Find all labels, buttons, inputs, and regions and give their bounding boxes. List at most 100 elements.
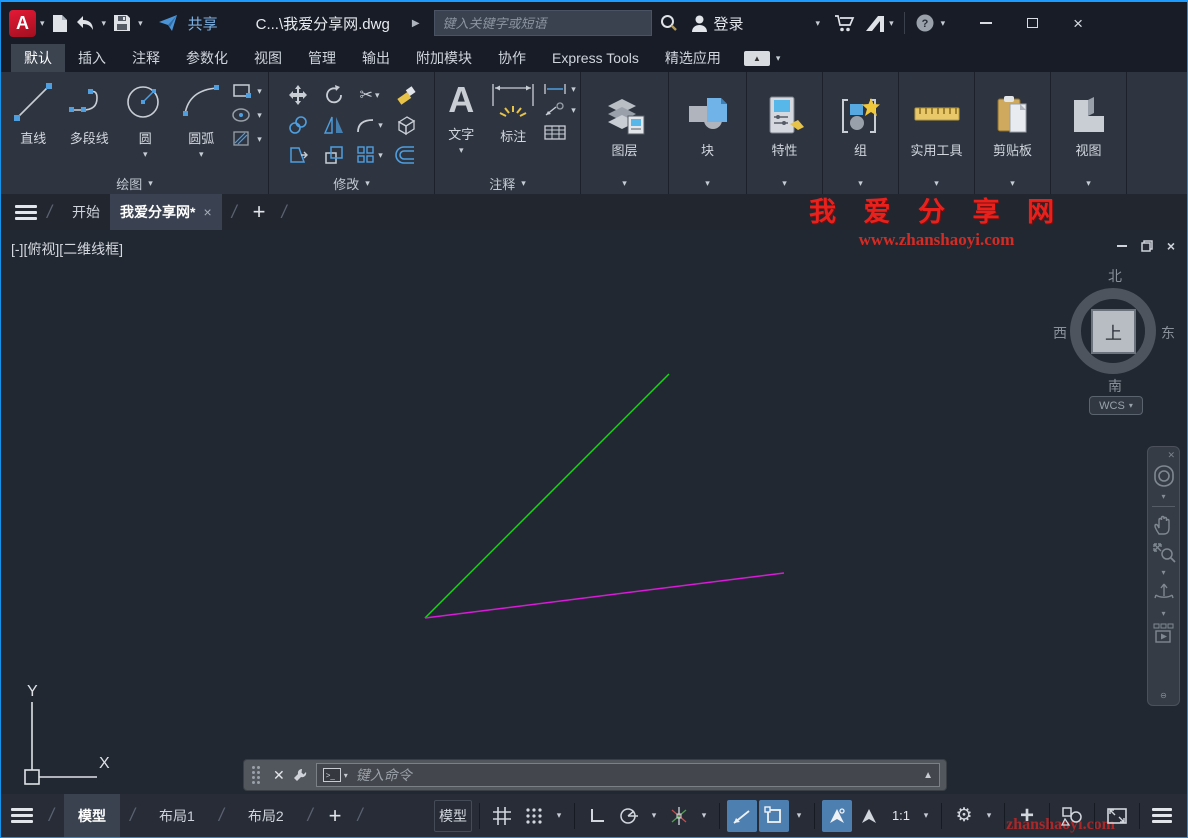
app-menu-caret-icon[interactable]: ▾: [40, 18, 45, 29]
app-logo[interactable]: A: [9, 10, 36, 37]
copy-tool-icon[interactable]: [287, 114, 309, 136]
snap-toggle[interactable]: [519, 800, 549, 832]
array-dropdown-icon[interactable]: ▾: [378, 150, 383, 161]
magenta-line[interactable]: [425, 573, 784, 618]
erase-tool-icon[interactable]: [395, 84, 417, 106]
object-snap-toggle[interactable]: [759, 800, 789, 832]
polyline-tool-button[interactable]: 多段线: [63, 78, 115, 147]
circle-dropdown-icon[interactable]: ▾: [143, 149, 148, 160]
navbar-close-icon[interactable]: ✕: [1167, 450, 1175, 461]
file-tabs-menu-icon[interactable]: [15, 205, 37, 220]
viewcube-east[interactable]: 东: [1161, 323, 1175, 343]
properties-panel-expand-icon[interactable]: ▾: [782, 178, 787, 189]
help-search-box[interactable]: [434, 10, 652, 36]
arc-tool-button[interactable]: 圆弧 ▾: [175, 78, 227, 160]
command-line-bar[interactable]: ✕ >_ ▾ ▲: [244, 760, 946, 790]
rotate-tool-icon[interactable]: [323, 84, 345, 106]
view-icon[interactable]: [1066, 94, 1112, 138]
explode-tool-icon[interactable]: [395, 114, 417, 136]
viewport-restore-icon[interactable]: [1141, 240, 1153, 252]
layout-menu-icon[interactable]: [11, 808, 33, 823]
viewcube-west[interactable]: 西: [1053, 323, 1067, 343]
layout-tab-model[interactable]: 模型: [64, 794, 120, 837]
trim-dropdown-icon[interactable]: ▾: [375, 90, 380, 101]
ribbon-tab-insert[interactable]: 插入: [65, 44, 119, 72]
annotation-scale-button[interactable]: 1:1: [886, 800, 916, 832]
annotate-panel-title[interactable]: 注释 ▾: [435, 172, 580, 194]
close-button[interactable]: ×: [1055, 8, 1101, 38]
isolate-objects-icon[interactable]: [1057, 800, 1087, 832]
help-caret-icon[interactable]: ▾: [941, 18, 946, 29]
settings-gear-icon[interactable]: ⚙: [949, 800, 979, 832]
offset-tool-icon[interactable]: [395, 144, 417, 166]
clipboard-panel-expand-icon[interactable]: ▾: [1010, 178, 1015, 189]
move-tool-icon[interactable]: [287, 84, 309, 106]
wheel-dropdown-icon[interactable]: ▾: [1161, 492, 1165, 501]
viewport-controls-label[interactable]: [-][俯视][二维线框]: [11, 239, 123, 259]
polar-dropdown-icon[interactable]: ▾: [646, 800, 662, 832]
file-tab-start[interactable]: 开始: [62, 194, 110, 230]
snap-dropdown-icon[interactable]: ▾: [551, 800, 567, 832]
viewport-minimize-icon[interactable]: [1117, 245, 1127, 247]
plus-button[interactable]: +: [1012, 800, 1042, 832]
showmotion-icon[interactable]: [1152, 622, 1176, 646]
store-cart-icon[interactable]: [834, 14, 855, 33]
add-layout-button[interactable]: +: [329, 803, 342, 829]
layout-tab-layout2[interactable]: 布局2: [234, 794, 298, 837]
view-panel-expand-icon[interactable]: ▾: [1086, 178, 1091, 189]
zoom-dropdown-icon[interactable]: ▾: [1161, 568, 1165, 577]
group-panel-expand-icon[interactable]: ▾: [858, 178, 863, 189]
clean-screen-icon[interactable]: [1102, 800, 1132, 832]
navigation-wheel-icon[interactable]: [1152, 464, 1176, 488]
help-search-input[interactable]: [443, 16, 643, 31]
block-panel-expand-icon[interactable]: ▾: [705, 178, 710, 189]
orbit-icon[interactable]: [1152, 581, 1176, 605]
ribbon-tab-addins[interactable]: 附加模块: [403, 44, 485, 72]
drawing-canvas[interactable]: [1, 230, 1187, 794]
annotation-autoscale-toggle[interactable]: [854, 800, 884, 832]
polar-tracking-toggle[interactable]: [614, 800, 644, 832]
command-prompt-icon[interactable]: >_: [323, 768, 341, 782]
login-caret-icon[interactable]: ▾: [816, 18, 821, 29]
ellipse-dropdown-icon[interactable]: ▾: [257, 110, 262, 121]
properties-icon[interactable]: [762, 94, 808, 138]
object-snap-tracking-toggle[interactable]: [727, 800, 757, 832]
line-tool-button[interactable]: 直线: [7, 78, 59, 147]
linear-dimension-dropdown-icon[interactable]: ▾: [571, 84, 576, 95]
modify-panel-title[interactable]: 修改 ▾: [269, 172, 434, 194]
stretch-tool-icon[interactable]: [287, 144, 309, 166]
login-label[interactable]: 登录: [714, 13, 744, 34]
iso-dropdown-icon[interactable]: ▾: [696, 800, 712, 832]
drawing-viewport[interactable]: [-][俯视][二维线框] × 北 西 上 东 南 WCS ▾ ✕ ▾: [1, 230, 1187, 794]
object-snap-dropdown-icon[interactable]: ▾: [791, 800, 807, 832]
command-input[interactable]: [356, 767, 917, 783]
viewport-close-icon[interactable]: ×: [1167, 238, 1175, 254]
model-space-button[interactable]: 模型: [434, 800, 472, 832]
circle-tool-button[interactable]: 圆 ▾: [119, 78, 171, 160]
pan-icon[interactable]: [1153, 514, 1175, 536]
grid-toggle[interactable]: [487, 800, 517, 832]
annotation-visibility-toggle[interactable]: [822, 800, 852, 832]
maximize-button[interactable]: [1009, 8, 1055, 38]
command-history-icon[interactable]: ▲: [923, 770, 933, 781]
autodesk-caret-icon[interactable]: ▾: [889, 18, 894, 29]
undo-caret-icon[interactable]: ▾: [102, 18, 107, 29]
search-icon[interactable]: [660, 14, 678, 32]
navbar-customize-icon[interactable]: ⊖: [1160, 691, 1167, 700]
trim-tool-icon[interactable]: ✂▾: [360, 85, 380, 105]
block-icon[interactable]: [685, 94, 731, 138]
draw-panel-title[interactable]: 绘图 ▾: [1, 172, 268, 194]
command-close-icon[interactable]: ✕: [273, 767, 285, 784]
text-tool-button[interactable]: A 文字 ▾: [439, 78, 483, 156]
command-input-field[interactable]: >_ ▾ ▲: [316, 763, 940, 787]
viewcube-north[interactable]: 北: [1059, 266, 1171, 286]
ribbon-tab-annotate[interactable]: 注释: [119, 44, 173, 72]
hatch-dropdown-icon[interactable]: ▾: [257, 134, 262, 145]
linear-dimension-button[interactable]: ▾: [543, 82, 576, 96]
ribbon-tab-manage[interactable]: 管理: [295, 44, 349, 72]
rectangle-dropdown-icon[interactable]: ▾: [257, 86, 262, 97]
leader-button[interactable]: ▾: [543, 102, 576, 118]
command-customize-icon[interactable]: [292, 767, 308, 783]
utilities-icon[interactable]: [911, 94, 963, 138]
arc-dropdown-icon[interactable]: ▾: [199, 149, 204, 160]
